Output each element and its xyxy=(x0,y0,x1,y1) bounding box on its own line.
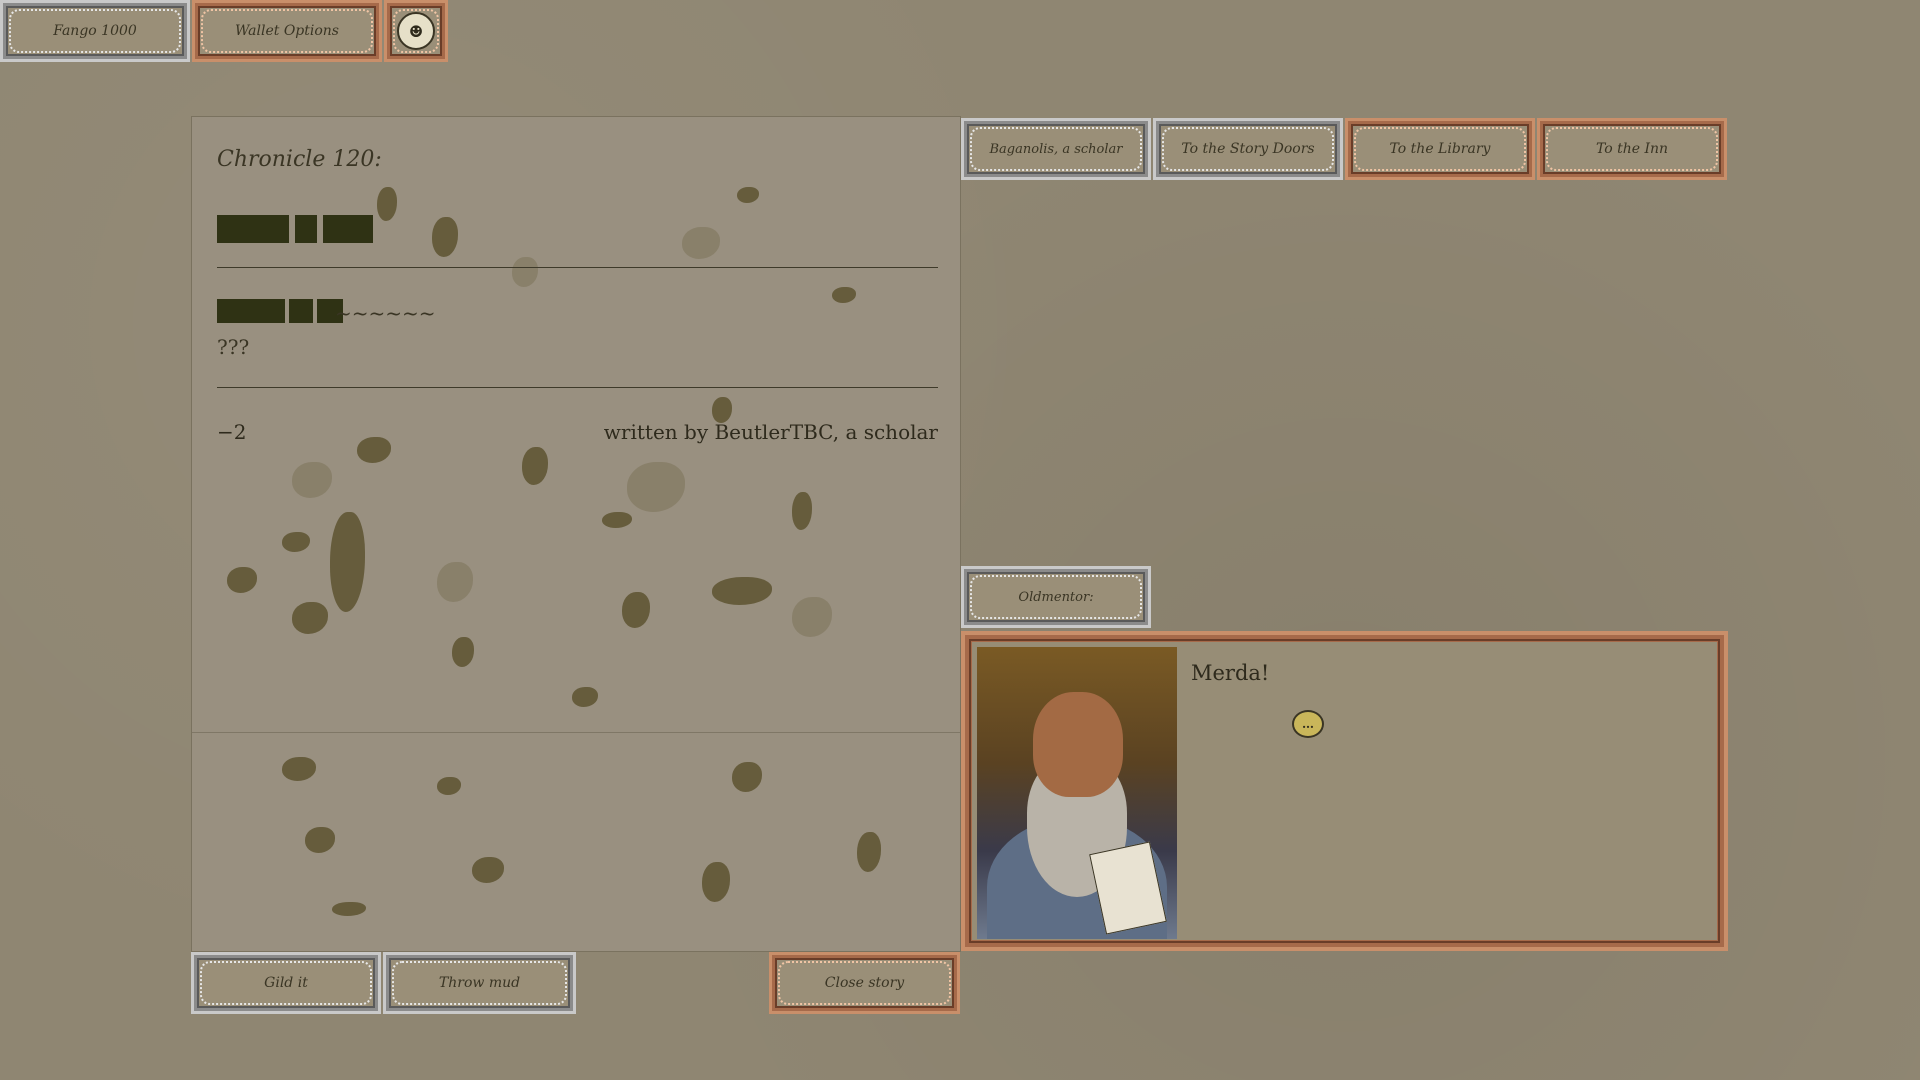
mud-blot xyxy=(512,257,538,287)
character-baganolis-button[interactable]: Baganolis, a scholar xyxy=(961,118,1151,180)
panel-divider xyxy=(192,732,960,733)
speech-bubble-icon[interactable]: … xyxy=(1292,710,1324,738)
story-score: −2 xyxy=(217,420,247,444)
goblin-face-icon: ☻ xyxy=(397,12,435,50)
mud-blot xyxy=(627,462,685,512)
mud-blot xyxy=(437,777,461,795)
gild-it-label: Gild it xyxy=(264,975,308,991)
portrait-head xyxy=(1033,692,1123,797)
mud-blot xyxy=(472,857,504,883)
throw-mud-label: Throw mud xyxy=(438,975,521,991)
mud-blot xyxy=(432,217,458,257)
redaction-block xyxy=(217,299,285,323)
mud-blot xyxy=(522,447,548,485)
chronicle-title: Chronicle 120: xyxy=(217,147,382,172)
redaction-block xyxy=(323,215,373,243)
mud-blot xyxy=(737,187,759,203)
mud-blot xyxy=(330,512,365,612)
dialogue-box: Merda! … xyxy=(961,631,1728,951)
mud-blot xyxy=(682,227,720,259)
mud-blot xyxy=(305,827,335,853)
story-panel: Chronicle 120: ~~~~~~ ??? −2 written by … xyxy=(191,116,961,952)
redacted-title xyxy=(217,215,373,243)
mud-blot xyxy=(792,492,812,530)
to-inn-button[interactable]: To the Inn xyxy=(1537,118,1727,180)
close-story-label: Close story xyxy=(824,975,905,991)
fango-balance-label: Fango 1000 xyxy=(53,23,137,39)
speaker-tag: Oldmentor: xyxy=(961,566,1151,628)
mascot-button[interactable]: ☻ xyxy=(384,0,448,62)
redaction-block xyxy=(295,215,317,243)
mud-blot xyxy=(377,187,397,221)
throw-mud-button[interactable]: Throw mud xyxy=(383,952,576,1014)
mud-blot xyxy=(832,287,856,303)
redaction-block xyxy=(217,215,289,243)
mud-blot xyxy=(732,762,762,792)
to-inn-label: To the Inn xyxy=(1595,141,1669,157)
wallet-options-label: Wallet Options xyxy=(234,23,339,39)
redaction-block xyxy=(289,299,313,323)
mud-blot xyxy=(292,462,332,498)
dialogue-text: Merda! xyxy=(1191,661,1270,685)
mud-blot xyxy=(282,757,316,781)
mud-blot xyxy=(452,637,474,667)
fango-balance-button[interactable]: Fango 1000 xyxy=(0,0,190,62)
mud-blot xyxy=(712,577,772,605)
redacted-body xyxy=(217,299,343,323)
body-rule xyxy=(217,387,938,388)
to-library-label: To the Library xyxy=(1389,141,1491,157)
body-squiggle: ~~~~~~ xyxy=(335,301,436,325)
mud-blot xyxy=(332,902,366,916)
gild-it-button[interactable]: Gild it xyxy=(191,952,381,1014)
speaker-name: Oldmentor: xyxy=(1018,589,1094,605)
character-baganolis-label: Baganolis, a scholar xyxy=(989,141,1123,157)
mud-blot xyxy=(437,562,473,602)
to-story-doors-button[interactable]: To the Story Doors xyxy=(1153,118,1343,180)
mud-blot xyxy=(357,437,391,463)
mud-blot xyxy=(622,592,650,628)
story-author: written by BeutlerTBC, a scholar xyxy=(603,420,938,444)
mud-blot xyxy=(282,532,310,552)
body-question: ??? xyxy=(217,335,250,359)
mud-blot xyxy=(292,602,328,634)
mentor-portrait xyxy=(977,647,1177,939)
wallet-options-button[interactable]: Wallet Options xyxy=(192,0,382,62)
mud-blot xyxy=(702,862,730,902)
to-story-doors-label: To the Story Doors xyxy=(1181,141,1315,157)
close-story-button[interactable]: Close story xyxy=(769,952,960,1014)
mud-blot xyxy=(602,512,632,528)
to-library-button[interactable]: To the Library xyxy=(1345,118,1535,180)
mud-blot xyxy=(572,687,598,707)
mud-blot xyxy=(792,597,832,637)
mud-blot xyxy=(857,832,881,872)
mud-blot xyxy=(227,567,257,593)
title-rule xyxy=(217,267,938,268)
